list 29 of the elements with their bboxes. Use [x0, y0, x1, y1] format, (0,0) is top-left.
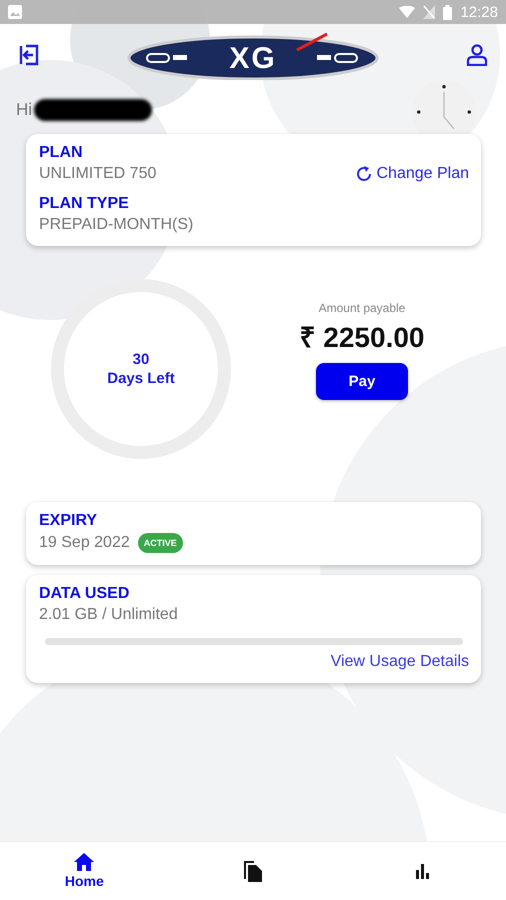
amount-label: Amount payable	[318, 300, 406, 314]
documents-icon	[242, 859, 264, 883]
plan-name: UNLIMITED 750	[39, 165, 156, 183]
logo: XG	[127, 30, 379, 80]
view-usage-link[interactable]: View Usage Details	[330, 653, 469, 670]
plan-type-label: PLAN TYPE	[39, 195, 130, 213]
status-badge: ACTIVE	[138, 533, 183, 553]
data-used-label: DATA USED	[39, 585, 130, 603]
days-count: 30	[132, 350, 150, 369]
days-label: Days Left	[107, 369, 175, 388]
expiry-label: EXPIRY	[39, 512, 98, 530]
plan-label: PLAN	[39, 144, 84, 162]
no-signal-icon	[423, 5, 436, 19]
battery-icon	[443, 4, 452, 20]
greeting: Hi	[16, 100, 32, 120]
pay-button[interactable]: Pay	[316, 362, 408, 400]
wifi-icon	[399, 6, 416, 18]
bar-chart-icon	[414, 863, 430, 879]
profile-icon[interactable]	[466, 44, 488, 66]
change-plan-link[interactable]: Change Plan	[355, 165, 469, 183]
image-icon	[8, 5, 22, 19]
refresh-icon	[355, 165, 374, 183]
plan-type: PREPAID-MONTH(S)	[39, 216, 194, 234]
data-usage: 2.01 GB / Unlimited	[39, 606, 179, 624]
amount: ₹ 2250.00	[300, 320, 424, 354]
home-icon	[74, 853, 94, 871]
status-time: 12:28	[460, 4, 498, 20]
expiry-date: 19 Sep 2022	[39, 534, 130, 552]
logout-icon[interactable]	[18, 44, 40, 66]
